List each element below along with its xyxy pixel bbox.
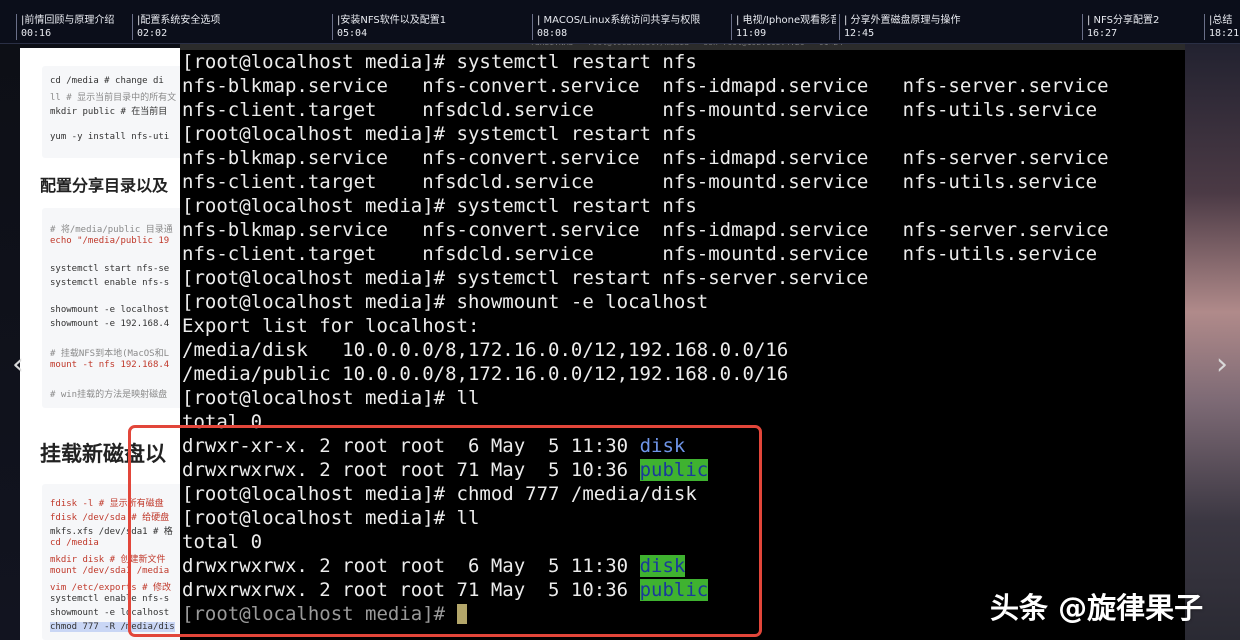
terminal-line: nfs-client.target nfsdcld.service nfs-mo… xyxy=(182,171,1098,193)
code-line: # win挂载的方法是映射磁盘 xyxy=(50,390,168,400)
code-line: yum -y install nfs-uti xyxy=(50,132,170,142)
prev-slide-arrow-icon[interactable]: ‹ xyxy=(4,345,32,385)
chapter-item[interactable]: | 电视/Iphone观看影音 11:09 xyxy=(731,14,836,40)
chapter-time: 12:45 xyxy=(844,28,875,39)
chapter-title: |总结 xyxy=(1209,15,1233,26)
chapter-time: 16:27 xyxy=(1087,28,1118,39)
chapter-time: 18:21 xyxy=(1209,28,1240,39)
terminal-line: [root@localhost media]# showmount -e loc… xyxy=(182,291,709,313)
code-block-2: # 将/media/public 目录通 echo "/media/public… xyxy=(42,208,202,408)
chapter-item[interactable]: | 分享外置磁盘原理与操作 12:45 xyxy=(839,14,1079,40)
chapter-time: 11:09 xyxy=(736,28,767,39)
terminal-line: Export list for localhost: xyxy=(182,315,480,337)
code-line: echo "/media/public 19 xyxy=(50,236,170,246)
chapter-time: 00:16 xyxy=(21,28,52,39)
code-line: showmount -e 192.168.4 xyxy=(50,319,170,329)
terminal-line: /media/public 10.0.0.0/8,172.16.0.0/12,1… xyxy=(182,363,789,385)
chapter-item[interactable]: |安装NFS软件以及配置1 05:04 xyxy=(332,14,528,40)
terminal-line: /media/disk 10.0.0.0/8,172.16.0.0/12,192… xyxy=(182,339,789,361)
chapter-time: 02:02 xyxy=(137,28,168,39)
code-line: cd /media xyxy=(50,538,99,548)
chapter-item[interactable]: | NFS分享配置2 16:27 xyxy=(1082,14,1200,40)
code-line: systemctl start nfs-se xyxy=(50,264,170,274)
terminal-line: [root@localhost media]# systemctl restar… xyxy=(182,267,869,289)
chapter-title: |安装NFS软件以及配置1 xyxy=(337,15,447,26)
terminal-line: [root@localhost media]# ll xyxy=(182,387,480,409)
doc-heading-share-config: 配置分享目录以及 xyxy=(40,176,169,195)
terminal-line: nfs-blkmap.service nfs-convert.service n… xyxy=(182,147,1109,169)
code-line: mount -t nfs 192.168.4 xyxy=(50,360,170,370)
chapter-item[interactable]: |前情回顾与原理介绍 00:16 xyxy=(16,14,128,40)
code-line: cd /media # change di xyxy=(50,76,164,86)
chapter-item[interactable]: |配置系统安全选项 02:02 xyxy=(132,14,328,40)
watermark-text: 头条 @旋律果子 xyxy=(990,591,1204,625)
terminal-line: nfs-client.target nfsdcld.service nfs-mo… xyxy=(182,243,1098,265)
code-line: systemctl enable nfs-s xyxy=(50,278,170,288)
terminal-line: nfs-client.target nfsdcld.service nfs-mo… xyxy=(182,99,1098,121)
chapter-time: 05:04 xyxy=(337,28,368,39)
code-line: # 挂载NFS到本地(MacOS和L xyxy=(50,349,170,359)
code-line: # 将/media/public 目录通 xyxy=(50,225,173,235)
chapter-time: 08:08 xyxy=(537,28,568,39)
code-line: ll # 显示当前目录中的所有文 xyxy=(50,93,177,103)
chapter-title: | NFS分享配置2 xyxy=(1087,15,1160,26)
terminal-line: [root@localhost media]# systemctl restar… xyxy=(182,195,697,217)
chapter-bar: |前情回顾与原理介绍 00:16 |配置系统安全选项 02:02 |安装NFS软… xyxy=(0,0,1240,44)
highlight-annotation-box xyxy=(128,425,762,637)
chapter-title: |前情回顾与原理介绍 xyxy=(21,15,115,26)
chapter-title: | MACOS/Linux系统访问共享与权限 xyxy=(537,15,701,26)
chapter-item[interactable]: | MACOS/Linux系统访问共享与权限 08:08 xyxy=(532,14,728,40)
chapter-title: | 分享外置磁盘原理与操作 xyxy=(844,15,961,26)
code-line: mkdir public # 在当前目 xyxy=(50,107,168,117)
terminal-line: [root@localhost media]# systemctl restar… xyxy=(182,123,697,145)
code-block-1: cd /media # change di ll # 显示当前目录中的所有文 m… xyxy=(42,66,202,158)
chapter-item[interactable]: |总结 18:21 xyxy=(1204,14,1240,40)
terminal-line: nfs-blkmap.service nfs-convert.service n… xyxy=(182,75,1109,97)
chapter-title: |配置系统安全选项 xyxy=(137,15,221,26)
chapter-title: | 电视/Iphone观看影音 xyxy=(736,15,836,26)
code-line: showmount -e localhost xyxy=(50,305,170,315)
terminal-line: nfs-blkmap.service nfs-convert.service n… xyxy=(182,219,1109,241)
wallpaper-mountain xyxy=(1185,44,1240,640)
terminal-line: [root@localhost media]# systemctl restar… xyxy=(182,51,697,73)
next-slide-arrow-icon[interactable]: › xyxy=(1208,345,1236,385)
